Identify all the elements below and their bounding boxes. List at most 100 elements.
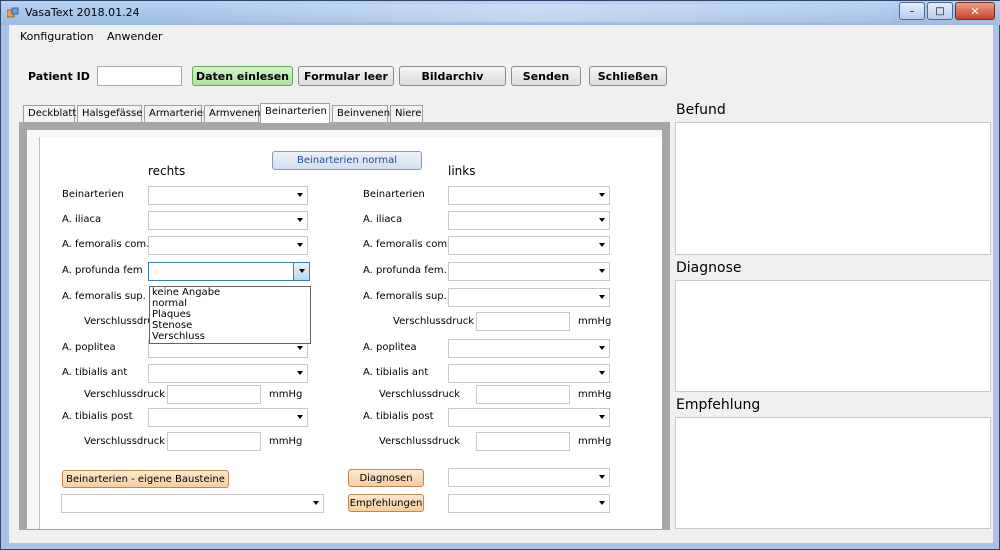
tab-armvenen[interactable]: Armvenen	[204, 105, 260, 122]
chevron-down-icon	[599, 193, 605, 197]
dropdown-option-keine-angabe[interactable]: keine Angabe	[152, 287, 220, 298]
senden-button[interactable]: Senden	[511, 66, 581, 86]
chevron-down-icon	[297, 371, 303, 375]
dropdown-option-stenose[interactable]: Stenose	[152, 320, 192, 331]
label-l-verschlussdruck-1: Verschlussdruck	[393, 316, 474, 327]
label-r-tibialis-post: A. tibialis post	[62, 411, 133, 422]
combo-bausteine[interactable]	[61, 494, 324, 513]
label-l-iliaca: A. iliaca	[363, 214, 403, 225]
tab-halsgefaesse[interactable]: Halsgefässe	[77, 105, 142, 122]
dropdown-button[interactable]	[293, 263, 309, 280]
combo-r-iliaca[interactable]	[148, 211, 308, 230]
chevron-down-icon	[297, 243, 303, 247]
label-l-poplitea: A. poplitea	[363, 342, 417, 353]
combo-l-tibialis-post[interactable]	[448, 408, 610, 427]
label-l-femoralis-com: A. femoralis com.	[363, 239, 451, 250]
diagnose-title: Diagnose	[676, 260, 742, 276]
minimize-icon: –	[909, 5, 915, 17]
unit-l-2: mmHg	[578, 389, 612, 400]
label-l-verschlussdruck-3: Verschlussdruck	[379, 436, 460, 447]
window-title: VasaText 2018.01.24	[25, 6, 140, 19]
combo-r-tibialis-post[interactable]	[148, 408, 308, 427]
befund-title: Befund	[676, 102, 726, 118]
combo-l-tibialis-ant[interactable]	[448, 364, 610, 383]
label-r-poplitea: A. poplitea	[62, 342, 116, 353]
patient-id-label: Patient ID	[28, 70, 90, 83]
label-l-femoralis-sup: A. femoralis sup.	[363, 291, 447, 302]
label-l-verschlussdruck-2: Verschlussdruck	[379, 389, 460, 400]
combo-r-tibialis-ant[interactable]	[148, 364, 308, 383]
combo-r-femoralis-com[interactable]	[148, 236, 308, 255]
formular-leer-button[interactable]: Formular leer	[298, 66, 394, 86]
menu-bar: Konfiguration Anwender	[9, 25, 993, 47]
chevron-down-icon	[299, 269, 305, 273]
label-l-profunda: A. profunda fem.	[363, 265, 447, 276]
panel-frame-top	[19, 122, 670, 130]
combo-l-iliaca[interactable]	[448, 211, 610, 230]
chevron-down-icon	[599, 346, 605, 350]
combo-r-beinarterien[interactable]	[148, 186, 308, 205]
chevron-down-icon	[599, 295, 605, 299]
tab-beinarterien[interactable]: Beinarterien	[260, 103, 330, 123]
label-r-verschlussdruck-2: Verschlussdruck	[84, 389, 165, 400]
chevron-down-icon	[599, 243, 605, 247]
label-r-femoralis-sup: A. femoralis sup.	[62, 291, 146, 302]
label-l-tibialis-ant: A. tibialis ant	[363, 367, 429, 378]
input-r-verschlussdruck-2[interactable]	[167, 385, 261, 404]
chevron-down-icon	[297, 346, 303, 350]
chevron-down-icon	[599, 218, 605, 222]
chevron-down-icon	[599, 371, 605, 375]
tab-armarterien[interactable]: Armarterien	[144, 105, 209, 122]
label-r-femoralis-com: A. femoralis com.	[62, 239, 150, 250]
chevron-down-icon	[297, 193, 303, 197]
daten-einlesen-button[interactable]: Daten einlesen	[192, 66, 293, 86]
maximize-button[interactable]: □	[927, 2, 953, 20]
tab-niere[interactable]: Niere	[390, 105, 423, 122]
combo-r-profunda[interactable]	[148, 262, 310, 281]
chevron-down-icon	[599, 475, 605, 479]
tab-beinvenen[interactable]: Beinvenen	[332, 105, 390, 122]
profunda-dropdown-list: keine Angabe normal Plaques Stenose Vers…	[149, 286, 311, 344]
maximize-icon: □	[935, 5, 945, 17]
client-area: Konfiguration Anwender Patient ID Daten …	[9, 25, 993, 543]
label-r-iliaca: A. iliaca	[62, 214, 102, 225]
input-l-verschlussdruck-3[interactable]	[476, 432, 570, 451]
combo-l-profunda[interactable]	[448, 262, 610, 281]
bildarchiv-button[interactable]: Bildarchiv	[399, 66, 506, 86]
minimize-button[interactable]: –	[899, 2, 925, 20]
combo-l-femoralis-com[interactable]	[448, 236, 610, 255]
diagnose-textarea[interactable]	[675, 280, 991, 392]
rechts-header: rechts	[148, 164, 186, 178]
input-l-verschlussdruck-1[interactable]	[476, 312, 570, 331]
menu-anwender[interactable]: Anwender	[107, 30, 163, 43]
tab-deckblatt[interactable]: Deckblatt	[23, 105, 76, 122]
eigene-bausteine-button[interactable]: Beinarterien - eigene Bausteine	[62, 470, 229, 488]
unit-r-3: mmHg	[269, 436, 303, 447]
dropdown-option-verschluss[interactable]: Verschluss	[152, 331, 205, 342]
combo-l-poplitea[interactable]	[448, 339, 610, 358]
diagnosen-button[interactable]: Diagnosen	[348, 469, 424, 487]
patient-id-input[interactable]	[97, 66, 182, 86]
schliessen-button[interactable]: Schließen	[589, 66, 667, 86]
empfehlungen-button[interactable]: Empfehlungen	[348, 494, 424, 512]
empfehlung-textarea[interactable]	[675, 417, 991, 529]
dropdown-option-plaques[interactable]: Plaques	[152, 309, 191, 320]
input-l-verschlussdruck-2[interactable]	[476, 385, 570, 404]
title-bar[interactable]: VasaText 2018.01.24 – □ ✕	[1, 1, 1000, 25]
unit-r-2: mmHg	[269, 389, 303, 400]
combo-l-femoralis-sup[interactable]	[448, 288, 610, 307]
panel-frame-right	[662, 122, 670, 530]
chevron-down-icon	[313, 501, 319, 505]
befund-textarea[interactable]	[675, 122, 991, 255]
menu-konfiguration[interactable]: Konfiguration	[20, 30, 94, 43]
dropdown-option-normal[interactable]: normal	[152, 298, 187, 309]
label-l-beinarterien: Beinarterien	[363, 189, 425, 200]
label-r-tibialis-ant: A. tibialis ant	[62, 367, 128, 378]
chevron-down-icon	[599, 415, 605, 419]
beinarterien-normal-button[interactable]: Beinarterien normal	[272, 151, 422, 170]
combo-empfehlungen[interactable]	[448, 494, 610, 513]
input-r-verschlussdruck-3[interactable]	[167, 432, 261, 451]
combo-l-beinarterien[interactable]	[448, 186, 610, 205]
combo-diagnosen[interactable]	[448, 468, 610, 487]
close-window-button[interactable]: ✕	[955, 2, 995, 20]
